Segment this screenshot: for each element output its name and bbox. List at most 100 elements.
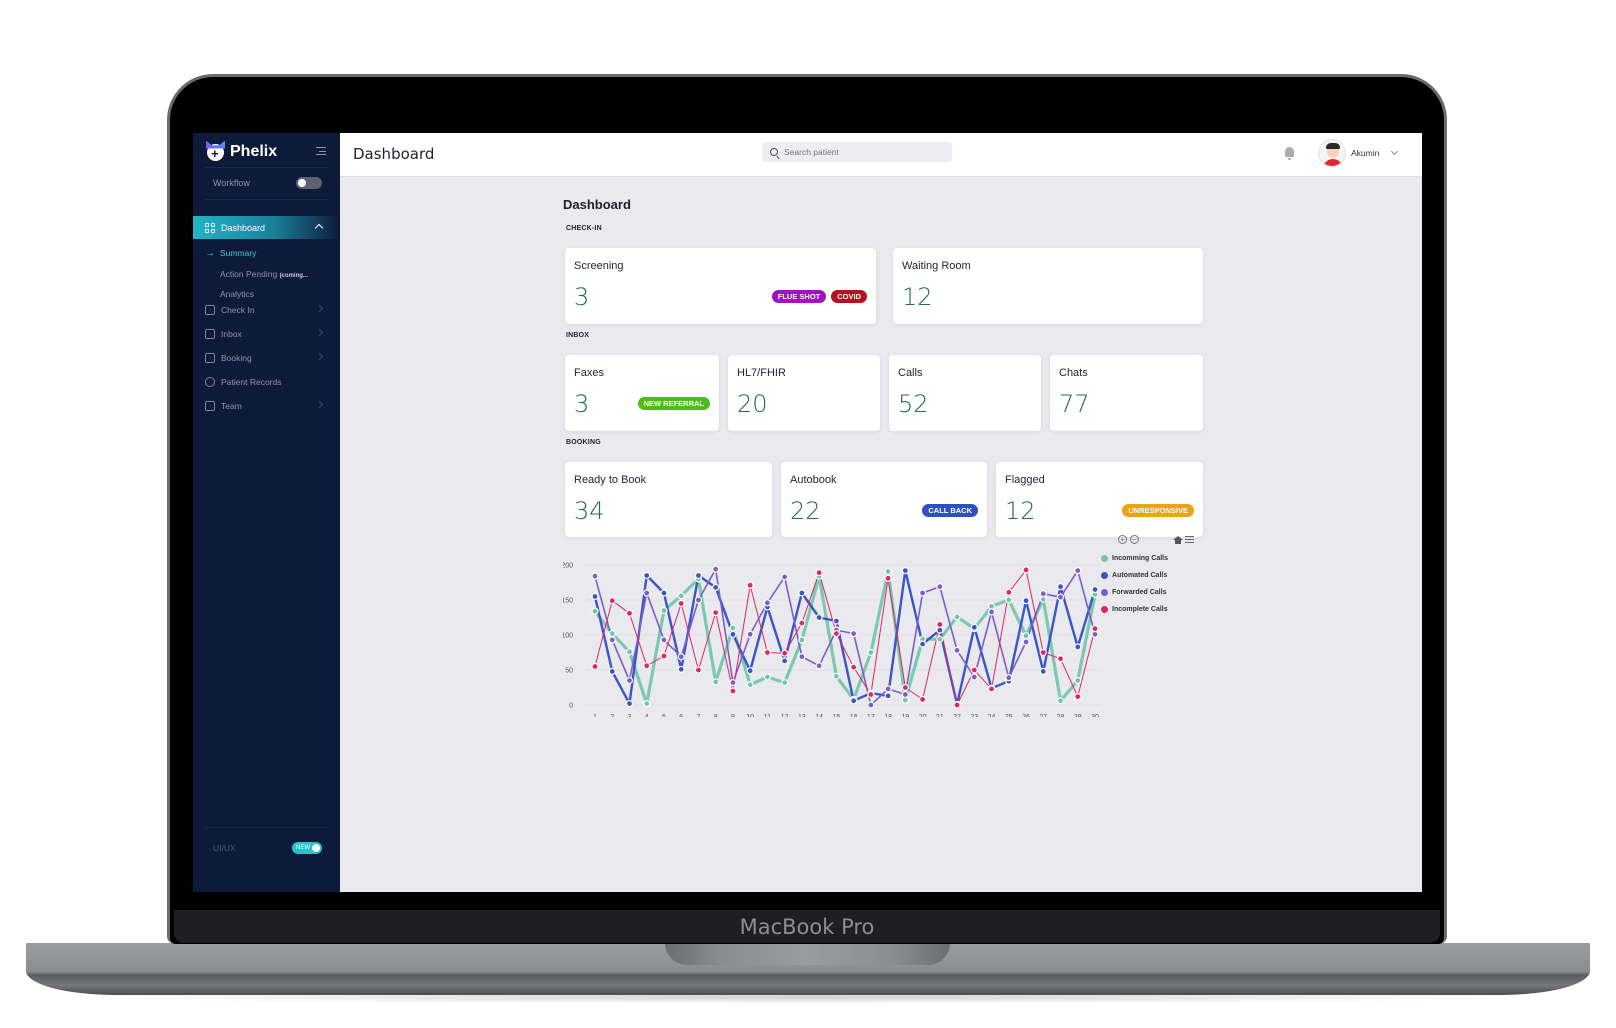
data-point[interactable]	[643, 571, 651, 580]
data-point[interactable]	[694, 666, 703, 674]
status-badge[interactable]: COVID	[831, 290, 867, 303]
data-point[interactable]	[608, 597, 616, 605]
data-point[interactable]	[677, 653, 685, 661]
data-point[interactable]	[608, 636, 616, 644]
sidebar-subitem-action-pending[interactable]: Action Pending (coming...	[220, 269, 308, 279]
legend-item[interactable]: Incomplete Calls	[1101, 601, 1168, 618]
data-point[interactable]	[712, 678, 720, 686]
data-point[interactable]	[832, 672, 840, 680]
data-point[interactable]	[970, 666, 978, 674]
data-point[interactable]	[970, 623, 978, 631]
data-point[interactable]	[712, 565, 720, 573]
data-point[interactable]	[1039, 667, 1047, 675]
data-point[interactable]	[781, 649, 789, 657]
legend-item[interactable]: Automated Calls	[1101, 567, 1168, 584]
sidebar-item-check-in[interactable]: Check In	[205, 303, 324, 317]
status-badge[interactable]: CALL BACK	[922, 504, 978, 517]
data-point[interactable]	[987, 685, 996, 693]
data-point[interactable]	[798, 619, 806, 627]
data-point[interactable]	[1039, 648, 1047, 657]
data-point[interactable]	[660, 636, 668, 644]
data-point[interactable]	[694, 596, 703, 604]
workflow-toggle[interactable]	[296, 177, 322, 189]
data-point[interactable]	[1074, 693, 1082, 701]
sidebar-subitem-analytics[interactable]: Analytics	[220, 289, 254, 299]
data-point[interactable]	[1022, 632, 1030, 640]
data-point[interactable]	[608, 629, 616, 638]
data-point[interactable]	[850, 697, 858, 705]
search-patient-input[interactable]	[784, 147, 934, 157]
stat-card-flagged[interactable]: Flagged 12 UNRESPONSIVE	[996, 462, 1203, 537]
data-point[interactable]	[1022, 566, 1030, 574]
status-badge[interactable]: NEW REFERRAL	[637, 397, 710, 410]
sidebar-item-dashboard[interactable]: Dashboard	[193, 216, 340, 239]
legend-item[interactable]: Forwarded Calls	[1101, 584, 1168, 601]
search-box[interactable]	[762, 142, 952, 162]
data-point[interactable]	[591, 592, 599, 601]
data-point[interactable]	[763, 648, 772, 657]
data-point[interactable]	[781, 679, 789, 687]
data-point[interactable]	[798, 636, 806, 644]
data-point[interactable]	[850, 663, 858, 671]
data-point[interactable]	[798, 653, 806, 661]
notification-bell-icon[interactable]	[1285, 147, 1294, 160]
data-point[interactable]	[1039, 590, 1047, 598]
data-point[interactable]	[953, 613, 961, 621]
data-point[interactable]	[781, 657, 789, 665]
data-point[interactable]	[1091, 625, 1099, 633]
data-point[interactable]	[901, 683, 909, 692]
data-point[interactable]	[781, 573, 789, 581]
data-point[interactable]	[746, 630, 754, 638]
stat-card-faxes[interactable]: Faxes 3 NEW REFERRAL	[565, 355, 719, 431]
data-point[interactable]	[884, 567, 892, 575]
data-point[interactable]	[746, 581, 754, 589]
data-point[interactable]	[1074, 566, 1082, 575]
data-point[interactable]	[1091, 585, 1099, 594]
data-point[interactable]	[660, 652, 668, 660]
data-point[interactable]	[1022, 597, 1030, 605]
data-point[interactable]	[832, 629, 840, 638]
data-point[interactable]	[1056, 697, 1065, 705]
data-point[interactable]	[867, 690, 875, 699]
data-point[interactable]	[763, 599, 772, 607]
data-point[interactable]	[1074, 643, 1082, 651]
stat-card-calls[interactable]: Calls 52	[889, 355, 1041, 431]
data-point[interactable]	[884, 574, 892, 582]
sidebar-item-booking[interactable]: Booking	[205, 351, 324, 365]
data-point[interactable]	[798, 589, 806, 597]
data-point[interactable]	[901, 690, 909, 699]
stat-card-screening[interactable]: Screening 3 FLUE SHOT COVID	[565, 248, 876, 324]
data-point[interactable]	[1074, 676, 1082, 685]
stat-card-chats[interactable]: Chats 77	[1050, 355, 1203, 431]
data-point[interactable]	[677, 665, 685, 673]
data-point[interactable]	[643, 700, 651, 708]
data-point[interactable]	[660, 606, 668, 615]
data-point[interactable]	[918, 695, 927, 703]
data-point[interactable]	[591, 662, 599, 671]
stat-card-ready-to-book[interactable]: Ready to Book 34	[565, 462, 772, 537]
data-point[interactable]	[850, 629, 858, 638]
data-point[interactable]	[815, 569, 823, 577]
data-point[interactable]	[712, 583, 720, 592]
data-point[interactable]	[746, 681, 754, 689]
data-point[interactable]	[712, 608, 720, 617]
data-point[interactable]	[901, 566, 909, 575]
collapse-sidebar-icon[interactable]	[316, 147, 326, 155]
data-point[interactable]	[815, 662, 823, 670]
data-point[interactable]	[867, 648, 875, 657]
data-point[interactable]	[1005, 596, 1013, 604]
data-point[interactable]	[867, 701, 875, 709]
data-point[interactable]	[625, 700, 634, 708]
data-point[interactable]	[1022, 638, 1030, 646]
user-name[interactable]: Akumin	[1351, 148, 1379, 158]
data-point[interactable]	[970, 673, 978, 681]
data-point[interactable]	[1056, 593, 1065, 601]
data-point[interactable]	[918, 589, 927, 597]
stat-card-waiting-room[interactable]: Waiting Room 12	[893, 248, 1203, 324]
data-point[interactable]	[591, 572, 599, 580]
data-point[interactable]	[815, 613, 823, 622]
data-point[interactable]	[763, 673, 772, 681]
sidebar-item-patient-records[interactable]: Patient Records	[205, 375, 322, 389]
sidebar-item-inbox[interactable]: Inbox	[205, 327, 324, 341]
legend-item[interactable]: Incomming Calls	[1101, 550, 1168, 567]
